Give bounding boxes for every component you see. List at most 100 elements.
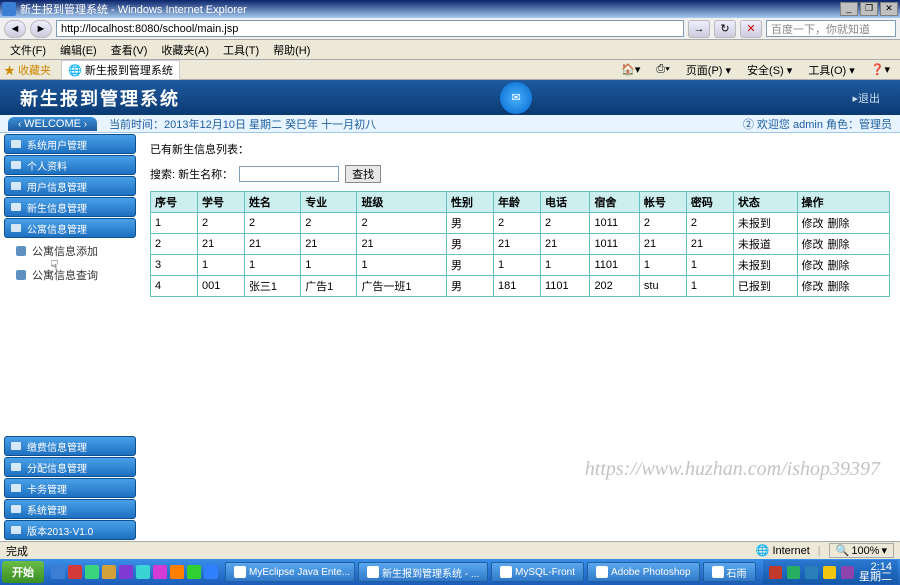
table-cell: 男 — [447, 213, 494, 234]
table-cell: 1 — [301, 255, 357, 276]
close-button[interactable]: ✕ — [880, 2, 898, 16]
edit-link[interactable]: 修改 — [802, 281, 824, 293]
ie-tool-item[interactable]: ❓▾ — [865, 60, 896, 79]
exit-link[interactable]: ▸退出 — [852, 90, 880, 106]
sidebar-nav-item[interactable]: 公寓信息管理 — [4, 218, 136, 238]
table-header: 专业 — [301, 192, 357, 213]
stop-button[interactable]: ✕ — [740, 20, 762, 38]
table-header: 学号 — [197, 192, 244, 213]
browser-search-input[interactable] — [766, 20, 896, 37]
delete-link[interactable]: 删除 — [828, 260, 850, 272]
table-cell: 1 — [197, 255, 244, 276]
favorites-label[interactable]: ★ 收藏夹 — [4, 62, 51, 78]
ie-menu-bar: 文件(F)编辑(E)查看(V)收藏夹(A)工具(T)帮助(H) — [0, 40, 900, 60]
menu-item[interactable]: 查看(V) — [105, 40, 154, 60]
edit-link[interactable]: 修改 — [802, 239, 824, 251]
table-cell: 2 — [540, 213, 589, 234]
current-tab[interactable]: 🌐 新生报到管理系统 — [61, 60, 180, 80]
system-tray[interactable]: 2:14星期二 — [763, 560, 898, 584]
ie-tool-item[interactable]: 工具(O) ▾ — [802, 59, 860, 81]
edit-link[interactable]: 修改 — [802, 218, 824, 230]
sidebar-nav-item[interactable]: 个人资料 — [4, 155, 136, 175]
time-text: 当前时间：2013年12月10日 星期二 癸巳年 十一月初八 — [109, 116, 376, 132]
edit-link[interactable]: 修改 — [802, 260, 824, 272]
url-input[interactable] — [56, 20, 684, 37]
table-cell: 2 — [301, 213, 357, 234]
table-cell: 男 — [447, 255, 494, 276]
table-cell: 21 — [197, 234, 244, 255]
table-cell: 男 — [447, 276, 494, 297]
table-cell: stu — [639, 276, 686, 297]
table-header: 操作 — [797, 192, 890, 213]
main-area: 系统用户管理个人资料用户信息管理新生信息管理公寓信息管理 公寓信息添加公寓信息查… — [0, 133, 900, 541]
search-input[interactable] — [239, 166, 339, 182]
table-cell: 2 — [357, 213, 447, 234]
ie-tool-item[interactable]: 🏠▾ — [615, 60, 646, 79]
search-button[interactable]: 查找 — [345, 165, 381, 183]
quick-launch[interactable] — [47, 565, 222, 579]
delete-link[interactable]: 删除 — [828, 239, 850, 251]
ie-tool-item[interactable]: 页面(P) ▾ — [680, 59, 737, 81]
table-cell: 1 — [686, 276, 733, 297]
taskbar-item[interactable]: Adobe Photoshop — [587, 562, 700, 582]
table-cell: 3 — [151, 255, 198, 276]
sidebar-nav-item[interactable]: 系统管理 — [4, 499, 136, 519]
status-text: 完成 — [6, 543, 28, 559]
ie-tool-item[interactable]: ⎙▾ — [650, 60, 675, 79]
table-cell: 1 — [357, 255, 447, 276]
menu-item[interactable]: 帮助(H) — [267, 40, 316, 60]
sidebar-nav-item[interactable]: 用户信息管理 — [4, 176, 136, 196]
delete-link[interactable]: 删除 — [828, 218, 850, 230]
data-table: 序号学号姓名专业班级性别年龄电话宿舍帐号密码状态操作 12222男2210112… — [150, 191, 890, 297]
go-button[interactable]: → — [688, 20, 710, 38]
table-cell: 1 — [540, 255, 589, 276]
table-cell: 2 — [686, 213, 733, 234]
menu-item[interactable]: 收藏夹(A) — [155, 40, 215, 60]
sidebar-nav-item[interactable]: 卡务管理 — [4, 478, 136, 498]
minimize-button[interactable]: _ — [840, 2, 858, 16]
refresh-button[interactable]: ↻ — [714, 20, 736, 38]
content-panel: 已有新生信息列表： 搜索: 新生名称： 查找 序号学号姓名专业班级性别年龄电话宿… — [140, 133, 900, 541]
table-row: 12222男22101122未报到修改删除 — [151, 213, 890, 234]
table-cell: 1 — [151, 213, 198, 234]
table-cell: 已报到 — [733, 276, 797, 297]
table-cell: 2 — [244, 213, 300, 234]
zoom-control[interactable]: 🔍 100% ▾ — [829, 543, 894, 558]
table-cell: 1101 — [540, 276, 589, 297]
ops-cell: 修改删除 — [797, 255, 890, 276]
menu-item[interactable]: 文件(F) — [4, 40, 52, 60]
table-cell: 21 — [686, 234, 733, 255]
delete-link[interactable]: 删除 — [828, 281, 850, 293]
table-cell: 未报道 — [733, 234, 797, 255]
menu-item[interactable]: 编辑(E) — [54, 40, 103, 60]
table-cell: 1011 — [590, 213, 639, 234]
status-zone: 🌐 Internet — [756, 544, 810, 557]
table-cell: 未报到 — [733, 255, 797, 276]
back-button[interactable]: ◄ — [4, 20, 26, 38]
sidebar-nav-item[interactable]: 新生信息管理 — [4, 197, 136, 217]
sidebar-sub-item[interactable]: 公寓信息添加 — [0, 239, 140, 263]
table-cell: 4 — [151, 276, 198, 297]
taskbar-item[interactable]: MySQL-Front — [491, 562, 584, 582]
table-cell: 21 — [540, 234, 589, 255]
start-button[interactable]: 开始 — [2, 561, 44, 583]
forward-button[interactable]: ► — [30, 20, 52, 38]
table-cell: 广告1 — [301, 276, 357, 297]
search-label: 搜索: 新生名称： — [150, 166, 233, 182]
sidebar-sub-item[interactable]: 公寓信息查询 — [0, 263, 140, 287]
sidebar-nav-item[interactable]: 缴费信息管理 — [4, 436, 136, 456]
list-title: 已有新生信息列表： — [150, 141, 890, 157]
sidebar-nav-item[interactable]: 版本2013-V1.0 — [4, 520, 136, 540]
sidebar-nav-item[interactable]: 分配信息管理 — [4, 457, 136, 477]
taskbar-item[interactable]: MyEclipse Java Ente... — [225, 562, 355, 582]
table-cell: 1 — [686, 255, 733, 276]
taskbar-item[interactable]: 新生报到管理系统 - ... — [358, 562, 488, 582]
sidebar: 系统用户管理个人资料用户信息管理新生信息管理公寓信息管理 公寓信息添加公寓信息查… — [0, 133, 140, 541]
taskbar-item[interactable]: 石雨 — [703, 562, 756, 582]
ie-tool-item[interactable]: 安全(S) ▾ — [741, 59, 798, 81]
restore-button[interactable]: ❐ — [860, 2, 878, 16]
table-cell: 1 — [244, 255, 300, 276]
mail-icon: ✉ — [500, 82, 532, 114]
menu-item[interactable]: 工具(T) — [217, 40, 265, 60]
sidebar-nav-item[interactable]: 系统用户管理 — [4, 134, 136, 154]
